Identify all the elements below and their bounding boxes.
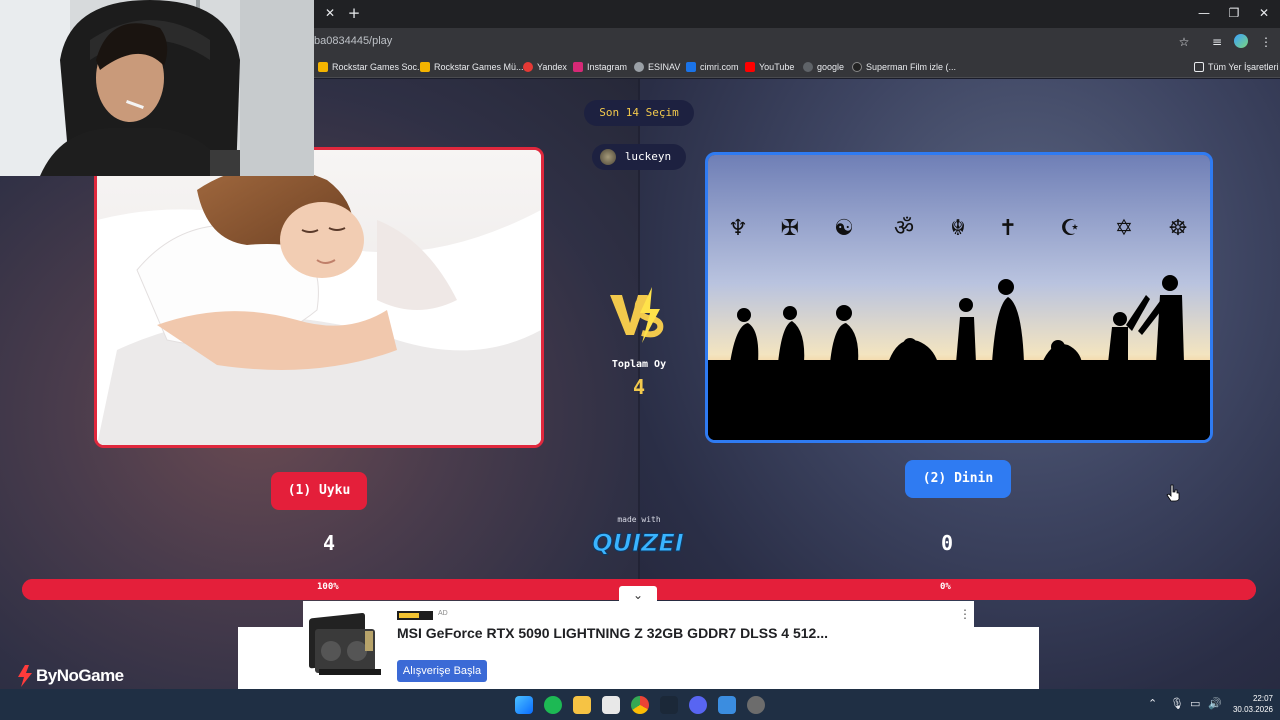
- globe-icon: [634, 62, 644, 72]
- svg-text:☪: ☪: [1060, 216, 1080, 241]
- user-badge[interactable]: luckeyn: [592, 144, 686, 170]
- steam-icon[interactable]: [660, 696, 678, 714]
- menu-icon[interactable]: ⋮: [1258, 34, 1274, 50]
- total-votes-label: Toplam Oy: [611, 359, 667, 370]
- svg-text:ॐ: ॐ: [894, 216, 914, 241]
- restore-icon[interactable]: ❐: [1224, 5, 1244, 21]
- bynogame-logo-icon: [18, 665, 32, 687]
- ad-banner[interactable]: AD MSI GeForce RTX 5090 LIGHTNING Z 32GB…: [303, 601, 974, 689]
- bookmark-item[interactable]: Yandex: [523, 60, 567, 74]
- svg-text:☯: ☯: [834, 216, 854, 241]
- gpu-product-image: [309, 612, 381, 675]
- windows-start-icon[interactable]: [515, 696, 533, 714]
- gear-icon[interactable]: [747, 696, 765, 714]
- app-icon[interactable]: [718, 696, 736, 714]
- spotify-icon[interactable]: [544, 696, 562, 714]
- user-avatar: [600, 149, 616, 165]
- clock-time: 22:07: [1252, 694, 1273, 703]
- bookmark-item[interactable]: YouTube: [745, 60, 794, 74]
- new-tab-button[interactable]: +: [345, 4, 363, 22]
- film-icon: [852, 62, 862, 72]
- file-explorer-icon[interactable]: [573, 696, 591, 714]
- bookmark-item[interactable]: cimri.com: [686, 60, 739, 74]
- webcam-overlay: [0, 0, 314, 176]
- minimize-icon[interactable]: —: [1194, 5, 1214, 21]
- rockstar-icon: [318, 62, 328, 72]
- bookmark-item[interactable]: google: [803, 60, 844, 74]
- bynogame-logo: ByNoGame: [16, 664, 124, 688]
- ad-title[interactable]: MSI GeForce RTX 5090 LIGHTNING Z 32GB GD…: [397, 625, 828, 641]
- instagram-icon: [573, 62, 583, 72]
- store-icon[interactable]: [602, 696, 620, 714]
- left-vote-count: 4: [322, 531, 336, 555]
- made-with-label: made with: [617, 515, 661, 524]
- username: luckeyn: [624, 150, 672, 163]
- star-icon[interactable]: ☆: [1176, 34, 1192, 50]
- cimri-icon: [686, 62, 696, 72]
- svg-text:☸: ☸: [1168, 216, 1188, 241]
- quizei-logo-text: QUIZEI: [592, 529, 684, 557]
- total-votes-value: 4: [632, 375, 646, 399]
- media-control-icon[interactable]: ≡: [1209, 34, 1225, 50]
- folder-icon: [1194, 62, 1204, 72]
- svg-text:✝: ✝: [999, 216, 1017, 241]
- sleep-image: [97, 150, 541, 445]
- windows-taskbar: ⌃ 🎙 ▭ 🔊 22:07 30.03.2026: [0, 689, 1280, 720]
- vs-lightning-icon: [610, 287, 664, 343]
- close-tab-icon[interactable]: ✕: [322, 5, 338, 21]
- url-text[interactable]: ba0834445/play: [314, 35, 392, 47]
- yandex-icon: [523, 62, 533, 72]
- display-icon[interactable]: ▭: [1190, 697, 1200, 710]
- bookmark-item[interactable]: Rockstar Games Mü...: [420, 60, 524, 74]
- left-percent: 100%: [317, 582, 339, 592]
- bookmark-item[interactable]: Instagram: [573, 60, 627, 74]
- ad-cta-button[interactable]: Alışverişe Başla: [397, 660, 487, 682]
- bookmark-item[interactable]: Superman Film izle (...: [852, 60, 956, 74]
- quizei-logo[interactable]: QUIZEI: [592, 525, 684, 559]
- profile-avatar[interactable]: [1234, 34, 1248, 48]
- tray-chevron-up-icon[interactable]: ⌃: [1148, 697, 1157, 710]
- bookmark-item[interactable]: Rockstar Games Soc...: [318, 60, 425, 74]
- svg-text:✠: ✠: [781, 216, 799, 241]
- svg-text:✡: ✡: [1115, 216, 1133, 241]
- streamer-webcam-image: [0, 0, 314, 176]
- close-window-icon[interactable]: ✕: [1254, 5, 1274, 21]
- all-bookmarks-folder[interactable]: Tüm Yer İşaretleri: [1194, 60, 1279, 74]
- svg-text:☬: ☬: [950, 216, 966, 241]
- option-right-card[interactable]: ♆ ✠ ☯ ॐ ☬ ✝ ☪ ✡ ☸: [705, 152, 1213, 443]
- system-clock[interactable]: 22:07 30.03.2026: [1229, 693, 1273, 715]
- svg-text:♆: ♆: [728, 216, 748, 241]
- chrome-icon[interactable]: [631, 696, 649, 714]
- right-vote-count: 0: [940, 531, 954, 555]
- religion-image: ♆ ✠ ☯ ॐ ☬ ✝ ☪ ✡ ☸: [708, 155, 1210, 440]
- option-left-card[interactable]: [94, 147, 544, 448]
- choose-right-button[interactable]: (2) Dinin: [905, 460, 1011, 498]
- ad-tag: AD: [438, 610, 448, 617]
- globe-icon: [803, 62, 813, 72]
- volume-icon[interactable]: 🔊: [1208, 697, 1222, 710]
- microphone-icon[interactable]: 🎙: [1170, 697, 1184, 710]
- ad-options-icon[interactable]: ⋮: [959, 607, 971, 621]
- youtube-icon: [745, 62, 755, 72]
- bynogame-logo-text: ByNoGame: [36, 666, 124, 685]
- right-percent: 0%: [940, 582, 951, 592]
- clock-date: 30.03.2026: [1232, 705, 1273, 714]
- hand-cursor-icon: [1166, 484, 1180, 502]
- rockstar-icon: [420, 62, 430, 72]
- bookmark-item[interactable]: ESINAV: [634, 60, 680, 74]
- discord-icon[interactable]: [689, 696, 707, 714]
- ad-brand-badge: [397, 611, 433, 620]
- choose-left-button[interactable]: (1) Uyku: [271, 472, 367, 510]
- recent-choices-badge[interactable]: Son 14 Seçim: [584, 100, 694, 126]
